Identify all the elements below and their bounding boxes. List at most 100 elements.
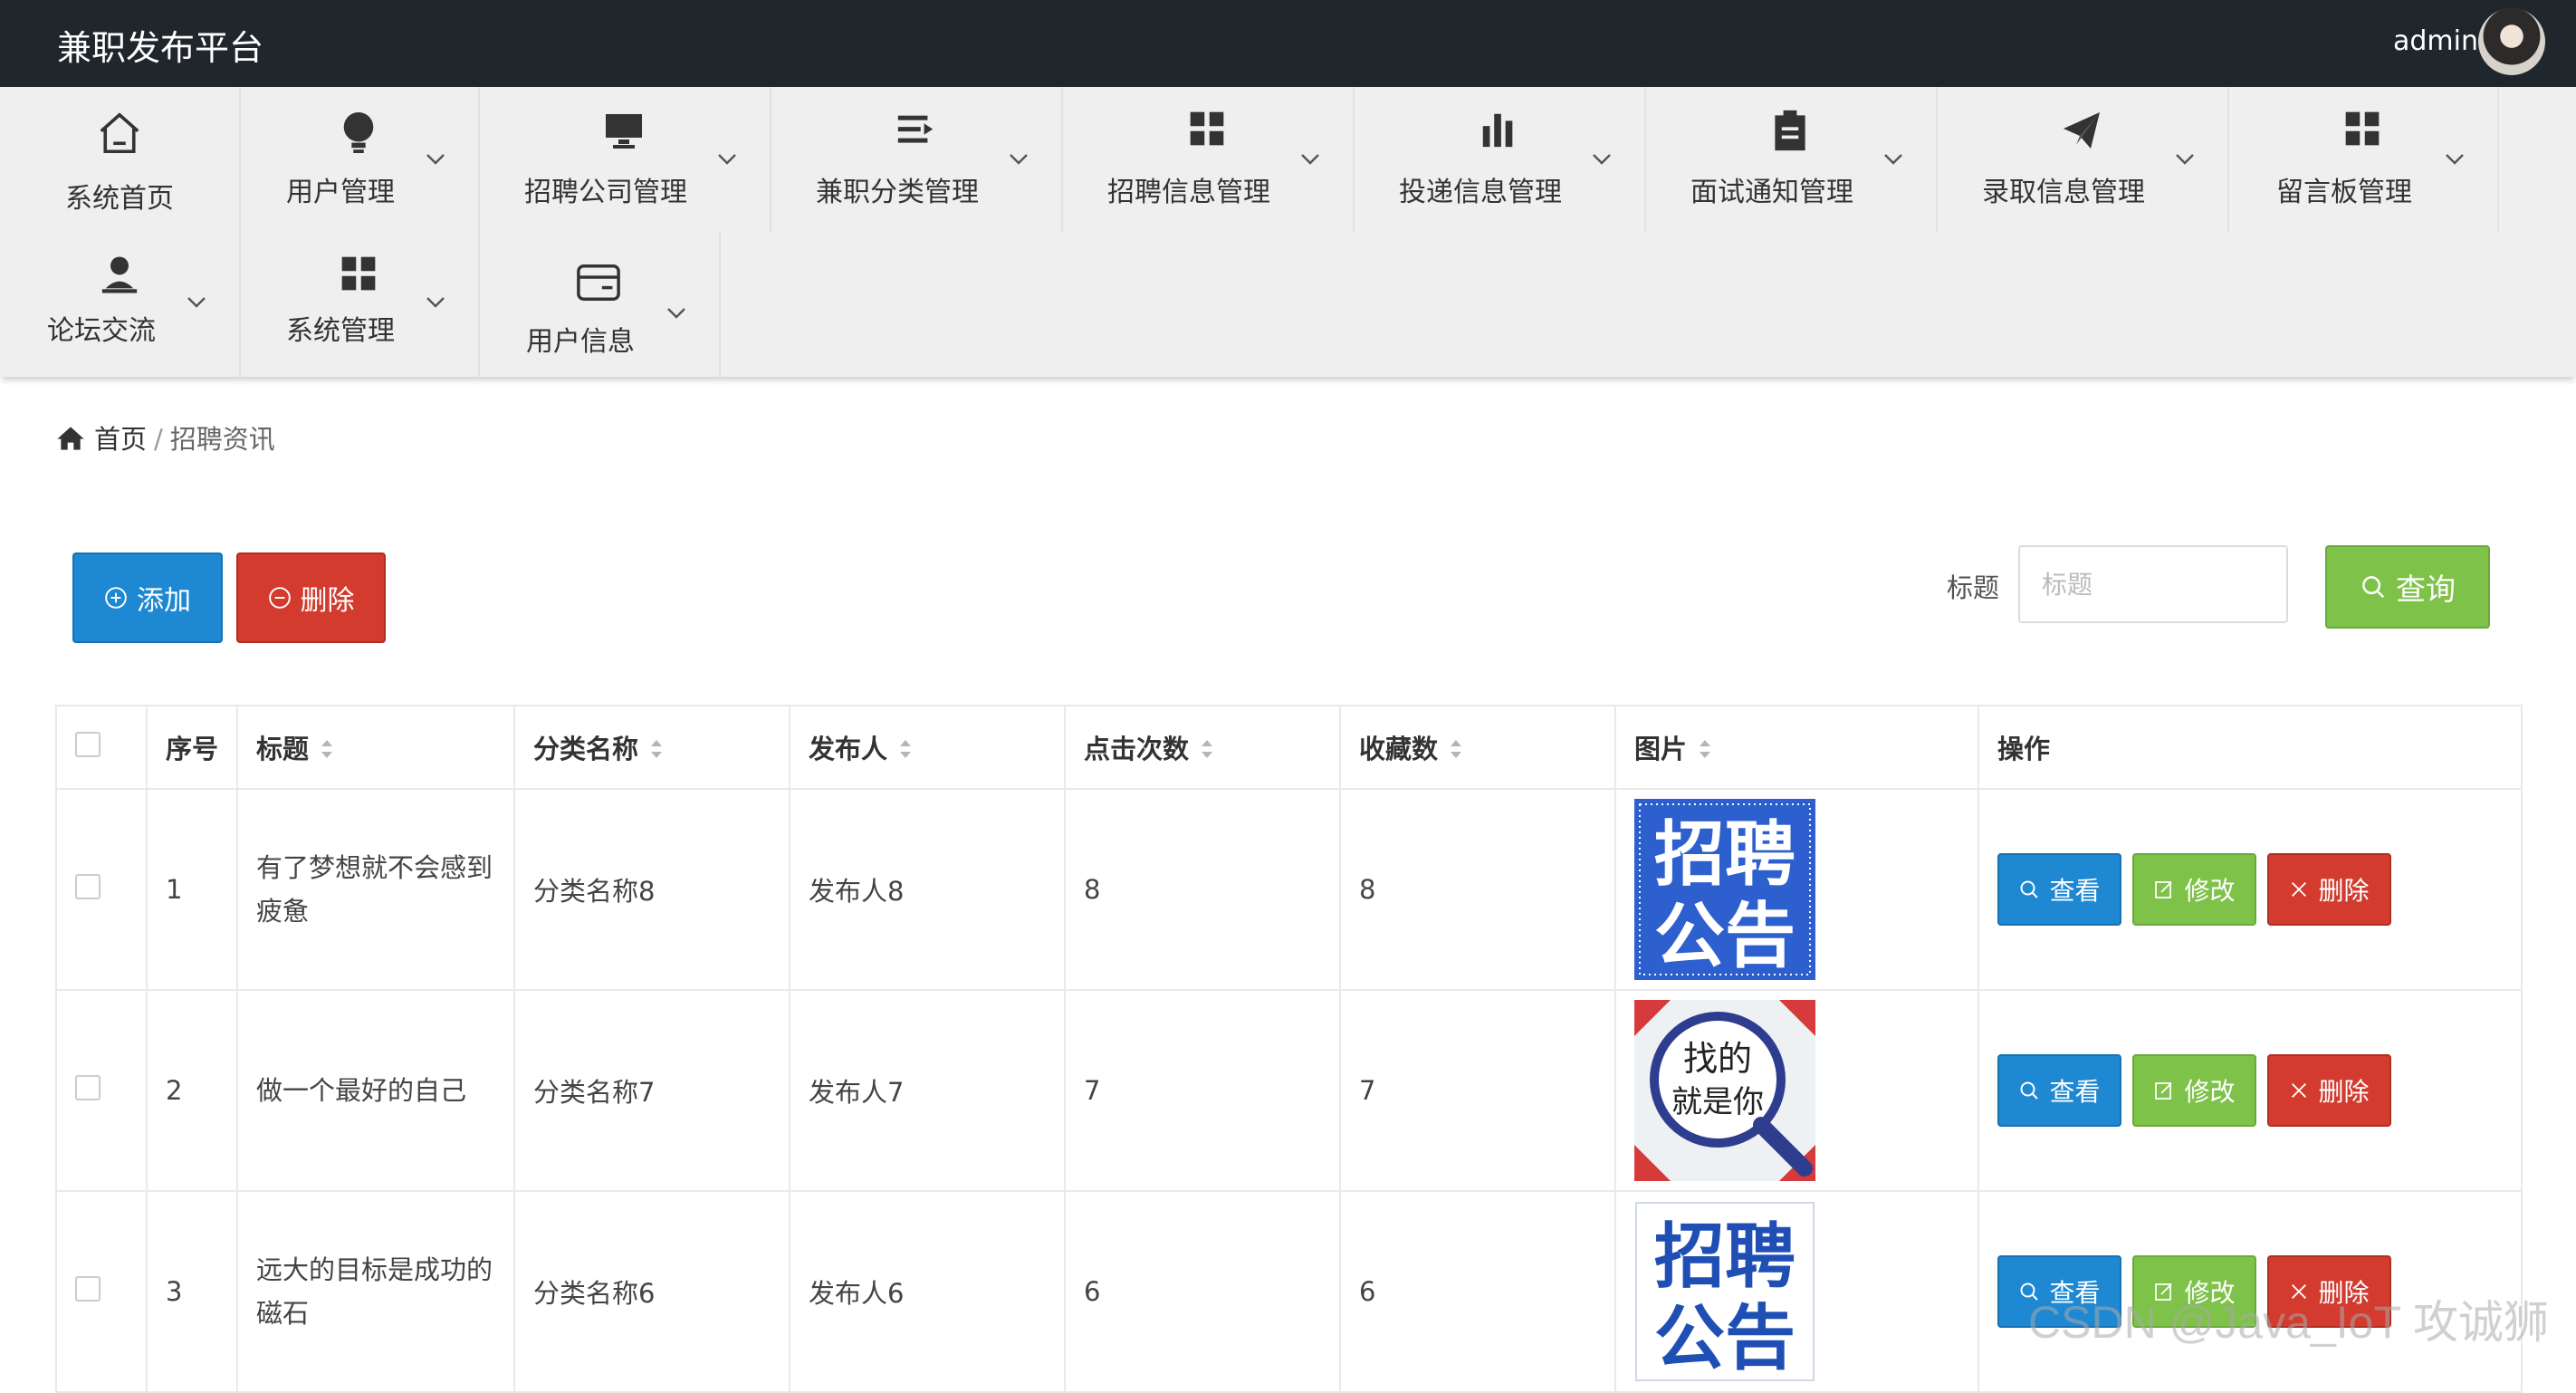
delete-button[interactable]: 删除 (2267, 1054, 2391, 1127)
cell-index: 2 (146, 989, 238, 1192)
nav-item-message-board-management[interactable]: 留言板管理 (2227, 87, 2499, 232)
cell-publisher: 发布人8 (789, 788, 1066, 991)
cell-clicks: 7 (1064, 989, 1341, 1192)
minus-circle-icon (268, 587, 291, 609)
column-header-favorites[interactable]: 收藏数 (1339, 705, 1616, 790)
breadcrumb-home[interactable]: 首页 (94, 424, 147, 455)
delete-label: 删除 (2318, 876, 2370, 906)
poster-text: 就是你 (1671, 1084, 1764, 1120)
nav-item-home[interactable]: 系统首页 (0, 87, 241, 232)
nav-item-user-management[interactable]: 用户管理 (239, 87, 480, 232)
add-button[interactable]: 添加 (72, 552, 223, 643)
edit-button[interactable]: 修改 (2132, 853, 2256, 926)
cell-clicks: 8 (1064, 788, 1341, 991)
column-header-image[interactable]: 图片 (1614, 705, 1979, 790)
nav-item-interview-management[interactable]: 面试通知管理 (1644, 87, 1938, 232)
column-header-label: 图片 (1634, 734, 1688, 764)
cell-category: 分类名称6 (513, 1190, 790, 1393)
delete-button[interactable]: 删除 (2267, 853, 2391, 926)
cell-favorites: 7 (1339, 989, 1616, 1192)
edit-button[interactable]: 修改 (2132, 1054, 2256, 1127)
nav-label: 面试通知管理 (1690, 177, 1853, 208)
row-select-cell (55, 989, 148, 1192)
edit-label: 修改 (2184, 1077, 2236, 1107)
nav-label: 兼职分类管理 (816, 177, 979, 208)
nav-item-category-management[interactable]: 兼职分类管理 (770, 87, 1063, 232)
nav-label: 用户管理 (286, 177, 395, 208)
avatar[interactable] (2478, 8, 2545, 75)
cell-image: 招聘 公告 (1614, 788, 1979, 991)
cell-favorites: 6 (1339, 1190, 1616, 1393)
top-bar: 兼职发布平台 admin (0, 0, 2576, 87)
sort-icon (1449, 735, 1463, 766)
cell-title: 有了梦想就不会感到疲惫 (236, 788, 515, 991)
poster-text: 招聘 (1654, 1216, 1796, 1298)
column-header-label: 收藏数 (1359, 734, 1439, 764)
close-icon (2292, 1083, 2307, 1098)
brand-title: 兼职发布平台 (57, 28, 264, 68)
chevron-down-icon (1009, 152, 1029, 169)
search-label: 标题 (1947, 572, 2000, 603)
column-header-category[interactable]: 分类名称 (513, 705, 790, 790)
column-header-actions: 操作 (1977, 705, 2523, 790)
cell-clicks: 6 (1064, 1190, 1341, 1393)
table-header-row: 序号 标题 分类名称 发布人 点击次数 收藏数 图片 操作 (55, 705, 2523, 790)
chevron-down-icon (717, 152, 737, 169)
job-poster-image[interactable]: 找的 就是你 (1634, 1000, 1815, 1181)
poster-text: 公告 (1654, 1298, 1796, 1379)
column-header-index: 序号 (146, 705, 238, 790)
cell-index: 1 (146, 788, 238, 991)
search-icon (2020, 880, 2039, 898)
query-button[interactable]: 查询 (2325, 545, 2490, 629)
batch-delete-button[interactable]: 删除 (236, 552, 386, 643)
column-header-label: 发布人 (809, 734, 888, 764)
nav-label: 留言板管理 (2276, 177, 2412, 208)
plus-circle-icon (105, 587, 127, 609)
column-header-title[interactable]: 标题 (236, 705, 515, 790)
cell-image: 找的 就是你 (1614, 989, 1979, 1192)
add-button-label: 添加 (137, 585, 191, 617)
username[interactable]: admin (2393, 25, 2478, 57)
nav-item-company-management[interactable]: 招聘公司管理 (478, 87, 771, 232)
nav-item-admission-management[interactable]: 录取信息管理 (1936, 87, 2229, 232)
view-button[interactable]: 查看 (1997, 853, 2121, 926)
nav-item-user-info[interactable]: 用户信息 (478, 232, 721, 377)
cell-title: 做一个最好的自己 (236, 989, 515, 1192)
nav-item-delivery-management[interactable]: 投递信息管理 (1353, 87, 1646, 232)
nav-label: 系统管理 (286, 315, 395, 347)
select-all-checkbox[interactable] (75, 731, 101, 757)
sort-icon (1200, 735, 1214, 766)
column-header-clicks[interactable]: 点击次数 (1064, 705, 1341, 790)
view-label: 查看 (2049, 876, 2101, 906)
cell-actions: 查看 修改 删除 (1977, 989, 2523, 1192)
chevron-down-icon (426, 295, 445, 312)
nav-item-job-info-management[interactable]: 招聘信息管理 (1061, 87, 1355, 232)
chevron-down-icon (666, 306, 686, 323)
nav-label: 招聘公司管理 (524, 177, 687, 208)
row-checkbox[interactable] (75, 1275, 101, 1302)
row-select-cell (55, 788, 148, 991)
home-icon (0, 109, 239, 163)
breadcrumb: 首页 / 招聘资讯 (56, 418, 275, 456)
cell-title: 远大的目标是成功的磁石 (236, 1190, 515, 1393)
column-header-publisher[interactable]: 发布人 (789, 705, 1066, 790)
view-button[interactable]: 查看 (1997, 1054, 2121, 1127)
column-header-label: 分类名称 (533, 734, 639, 764)
title-search-input[interactable] (2018, 545, 2288, 623)
breadcrumb-current: 招聘资讯 (169, 424, 275, 455)
table-row: 1 有了梦想就不会感到疲惫 分类名称8 发布人8 8 8 招聘 公告 查看 修改… (55, 788, 2523, 991)
sort-icon (1698, 735, 1712, 766)
nav-label: 录取信息管理 (1982, 177, 2145, 208)
chevron-down-icon (2175, 152, 2195, 169)
row-checkbox[interactable] (75, 873, 101, 899)
nav-item-forum[interactable]: 论坛交流 (0, 232, 241, 377)
chevron-down-icon (1883, 152, 1903, 169)
column-header-label: 标题 (256, 734, 310, 764)
row-checkbox[interactable] (75, 1074, 101, 1100)
select-all-cell (55, 705, 148, 790)
search-icon (2362, 576, 2385, 599)
job-poster-image[interactable]: 招聘 公告 (1634, 799, 1815, 980)
chevron-down-icon (2445, 152, 2465, 169)
job-poster-image[interactable]: 招聘 公告 (1634, 1201, 1815, 1382)
cell-actions: 查看 修改 删除 (1977, 788, 2523, 991)
